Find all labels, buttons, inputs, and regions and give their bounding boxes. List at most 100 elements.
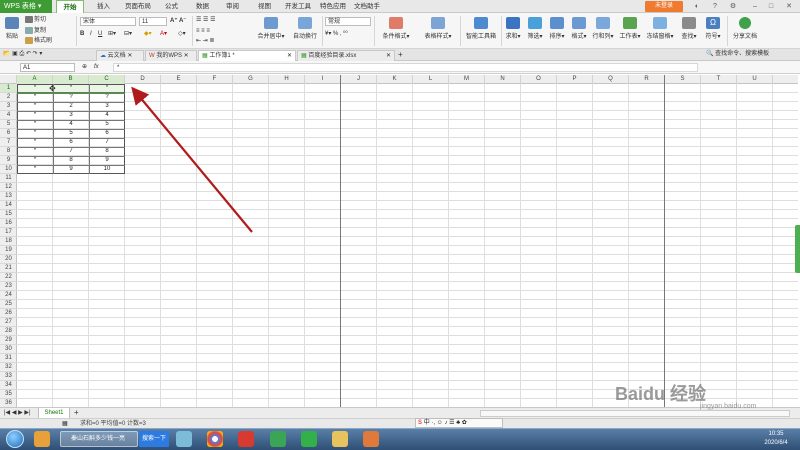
cell-c3[interactable]: 3	[89, 102, 125, 111]
cell-area[interactable]: * * * *?? * 2 3 * 3 4 * 4 5 * 5 6 * 6 7 * 7 8 * 8 9 * 9 10	[17, 84, 798, 407]
row-col-button[interactable]: 行和列▾	[591, 17, 615, 40]
copy-button[interactable]: 复制	[25, 27, 46, 36]
column-header-r[interactable]: R	[629, 75, 665, 84]
column-header-m[interactable]: M	[449, 75, 485, 84]
row-header-2[interactable]: 2	[0, 93, 17, 102]
cell-c8[interactable]: 8	[89, 147, 125, 156]
align-left-icon[interactable]: ≡ ≡ ≡	[196, 27, 210, 36]
table-style-button[interactable]: 表格样式▾	[418, 17, 458, 40]
row-header-26[interactable]: 26	[0, 309, 17, 318]
font-family-select[interactable]: 宋体	[80, 17, 136, 26]
wrap-text-button[interactable]: 自动换行	[290, 17, 320, 40]
close-icon[interactable]: ✕	[782, 1, 796, 12]
menu-special[interactable]: 特色应用	[320, 0, 346, 13]
add-sheet-button[interactable]: +	[74, 408, 79, 417]
cell-b7[interactable]: 6	[53, 138, 89, 147]
clear-icon[interactable]: ◇▾	[178, 30, 186, 39]
format-painter-button[interactable]: 格式刷	[25, 37, 75, 46]
fill-color-icon[interactable]: ◆▾	[144, 30, 152, 39]
menu-page-layout[interactable]: 页面布局	[125, 0, 151, 13]
share-doc-button[interactable]: 分享文档	[730, 17, 760, 40]
row-header-10[interactable]: 10	[0, 165, 17, 174]
column-header-b[interactable]: B	[53, 75, 89, 84]
horizontal-scrollbar[interactable]	[480, 410, 790, 417]
cell-b9[interactable]: 8	[53, 156, 89, 165]
taskbar-app-icon[interactable]	[34, 431, 50, 447]
side-panel-handle[interactable]	[795, 225, 800, 273]
row-header-34[interactable]: 34	[0, 381, 17, 390]
row-header-7[interactable]: 7	[0, 138, 17, 147]
row-header-16[interactable]: 16	[0, 219, 17, 228]
row-header-17[interactable]: 17	[0, 228, 17, 237]
fx-icon[interactable]: fx	[94, 63, 99, 72]
row-header-13[interactable]: 13	[0, 192, 17, 201]
font-size-select[interactable]: 11	[139, 17, 167, 26]
paste-button[interactable]: 粘贴	[3, 17, 21, 40]
cell-b4[interactable]: 3	[53, 111, 89, 120]
maximize-icon[interactable]: □	[764, 1, 778, 12]
format-button[interactable]: 格式▾	[570, 17, 588, 40]
wps-icon[interactable]	[270, 431, 286, 447]
column-header-n[interactable]: N	[485, 75, 521, 84]
tab-workbook1[interactable]: ▦ 工作簿1 * ✕	[198, 50, 296, 61]
merge-center-button[interactable]: 合并居中▾	[254, 17, 288, 40]
row-header-22[interactable]: 22	[0, 273, 17, 282]
menu-developer[interactable]: 开发工具	[285, 0, 311, 13]
row-header-24[interactable]: 24	[0, 291, 17, 300]
row-header-4[interactable]: 4	[0, 111, 17, 120]
row-header-27[interactable]: 27	[0, 318, 17, 327]
row-header-3[interactable]: 3	[0, 102, 17, 111]
column-header-j[interactable]: J	[341, 75, 377, 84]
row-header-9[interactable]: 9	[0, 156, 17, 165]
menu-data[interactable]: 数据	[196, 0, 209, 13]
menu-doc-assistant[interactable]: 文档助手	[354, 0, 380, 13]
column-header-l[interactable]: L	[413, 75, 449, 84]
cell-a10[interactable]: *	[17, 165, 53, 174]
cell-a7[interactable]: *	[17, 138, 53, 147]
input-method-bar[interactable]: S 中 ·, ☺ ♪ ☰ ♣ ✿	[415, 418, 503, 428]
indent-icon[interactable]: ⇤ ⇥ ≣	[196, 37, 214, 46]
menu-review[interactable]: 审阅	[226, 0, 239, 13]
cell-c6[interactable]: 6	[89, 129, 125, 138]
tab-cloud-docs[interactable]: ☁ 云文档 ✕	[96, 50, 144, 61]
column-header-p[interactable]: P	[557, 75, 593, 84]
column-header-e[interactable]: E	[161, 75, 197, 84]
cell-a8[interactable]: *	[17, 147, 53, 156]
help-icon[interactable]: ?	[708, 1, 722, 12]
cell-b6[interactable]: 5	[53, 129, 89, 138]
column-header-h[interactable]: H	[269, 75, 305, 84]
column-header-t[interactable]: T	[701, 75, 737, 84]
cell-a3[interactable]: *	[17, 102, 53, 111]
row-header-19[interactable]: 19	[0, 246, 17, 255]
menu-insert[interactable]: 插入	[97, 0, 110, 13]
tab-my-wps[interactable]: W 我的WPS ✕	[145, 50, 197, 61]
number-format-select[interactable]: 常规	[325, 17, 371, 26]
row-header-33[interactable]: 33	[0, 372, 17, 381]
column-header-c[interactable]: C	[89, 75, 125, 84]
column-header-g[interactable]: G	[233, 75, 269, 84]
cell-c4[interactable]: 4	[89, 111, 125, 120]
font-color-icon[interactable]: A▾	[160, 30, 167, 39]
column-header-o[interactable]: O	[521, 75, 557, 84]
row-header-21[interactable]: 21	[0, 264, 17, 273]
settings-icon[interactable]: ⚙	[726, 1, 740, 12]
cell-a5[interactable]: *	[17, 120, 53, 129]
symbol-button[interactable]: Ω 符号▾	[702, 17, 724, 40]
chrome-icon[interactable]	[207, 431, 223, 447]
cell-c9[interactable]: 9	[89, 156, 125, 165]
filter-button[interactable]: 筛选▾	[526, 17, 544, 40]
new-tab-button[interactable]: +	[398, 50, 403, 59]
cell-a6[interactable]: *	[17, 129, 53, 138]
wps-sheets-icon[interactable]	[301, 431, 317, 447]
skin-icon[interactable]: ◐	[690, 1, 704, 12]
menu-formula[interactable]: 公式	[165, 0, 178, 13]
taskbar-tool-icon[interactable]	[176, 431, 192, 447]
column-header-k[interactable]: K	[377, 75, 413, 84]
cell-c5[interactable]: 5	[89, 120, 125, 129]
cell-a2[interactable]: *	[17, 93, 53, 102]
row-header-14[interactable]: 14	[0, 201, 17, 210]
row-header-12[interactable]: 12	[0, 183, 17, 192]
column-header-i[interactable]: I	[305, 75, 341, 84]
column-header-s[interactable]: S	[665, 75, 701, 84]
select-all-corner[interactable]	[0, 75, 17, 84]
